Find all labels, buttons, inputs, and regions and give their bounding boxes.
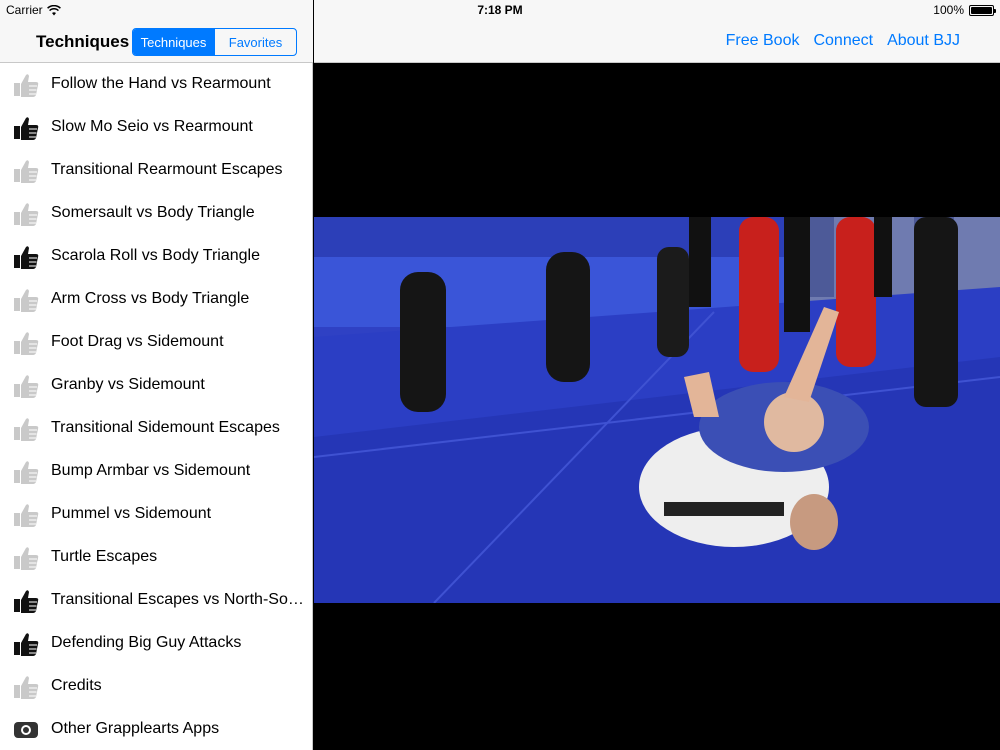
connect-link[interactable]: Connect: [813, 32, 873, 50]
list-item-label: Pummel vs Sidemount: [51, 505, 212, 522]
list-item[interactable]: Other Grapplearts Apps: [0, 708, 313, 750]
thumbs-up-icon[interactable]: [12, 157, 40, 185]
battery-icon: [969, 4, 996, 16]
about-bjj-link[interactable]: About BJJ: [887, 32, 960, 50]
segmented-control: Techniques Favorites: [132, 28, 297, 56]
list-item-label: Transitional Rearmount Escapes: [51, 161, 283, 178]
list-item-label: Foot Drag vs Sidemount: [51, 333, 224, 350]
status-time: 7:18 PM: [477, 3, 523, 17]
list-item-label: Scarola Roll vs Body Triangle: [51, 247, 260, 264]
detail-nav-links: Free Book Connect About BJJ: [726, 32, 960, 50]
detail-pane: Free Book Connect About BJJ: [314, 0, 1000, 750]
free-book-link[interactable]: Free Book: [726, 32, 800, 50]
list-item[interactable]: Slow Mo Seio vs Rearmount: [0, 106, 313, 149]
thumbs-up-icon[interactable]: [12, 114, 40, 142]
list-item-label: Follow the Hand vs Rearmount: [51, 75, 271, 92]
list-item-label: Bump Armbar vs Sidemount: [51, 462, 251, 479]
thumbs-up-icon[interactable]: [12, 243, 40, 271]
list-item[interactable]: Defending Big Guy Attacks: [0, 622, 313, 665]
list-item-label: Other Grapplearts Apps: [51, 720, 220, 737]
list-item-label: Defending Big Guy Attacks: [51, 634, 242, 651]
list-item[interactable]: Foot Drag vs Sidemount: [0, 321, 313, 364]
thumbs-up-icon[interactable]: [12, 458, 40, 486]
thumbs-up-icon[interactable]: [12, 372, 40, 400]
list-item[interactable]: Somersault vs Body Triangle: [0, 192, 313, 235]
thumbs-up-icon[interactable]: [12, 71, 40, 99]
sidebar-title: Techniques: [36, 32, 130, 51]
thumbs-up-icon[interactable]: [12, 501, 40, 529]
list-item[interactable]: Granby vs Sidemount: [0, 364, 313, 407]
thumbs-up-icon[interactable]: [12, 329, 40, 357]
list-item-label: Somersault vs Body Triangle: [51, 204, 255, 221]
segment-techniques[interactable]: Techniques: [133, 29, 214, 55]
camera-icon[interactable]: [12, 716, 40, 744]
list-item[interactable]: Transitional Sidemount Escapes: [0, 407, 313, 450]
list-item-label: Slow Mo Seio vs Rearmount: [51, 118, 253, 135]
list-item-label: Transitional Sidemount Escapes: [51, 419, 280, 436]
list-item[interactable]: Follow the Hand vs Rearmount: [0, 63, 313, 106]
list-item-label: Arm Cross vs Body Triangle: [51, 290, 250, 307]
thumbs-up-icon[interactable]: [12, 630, 40, 658]
thumbs-up-icon[interactable]: [12, 200, 40, 228]
list-item-label: Credits: [51, 677, 102, 694]
technique-list: Follow the Hand vs Rearmount Slow Mo Seio…: [0, 63, 313, 750]
battery-percent: 100%: [933, 3, 964, 17]
list-item[interactable]: Arm Cross vs Body Triangle: [0, 278, 313, 321]
list-item-label: Granby vs Sidemount: [51, 376, 205, 393]
thumbs-up-icon[interactable]: [12, 286, 40, 314]
list-item[interactable]: Pummel vs Sidemount: [0, 493, 313, 536]
list-item[interactable]: Scarola Roll vs Body Triangle: [0, 235, 313, 278]
list-item[interactable]: Transitional Rearmount Escapes: [0, 149, 313, 192]
video-player[interactable]: [314, 217, 1000, 603]
segment-favorites[interactable]: Favorites: [214, 29, 296, 55]
list-item-label: Transitional Escapes vs North-South: [51, 591, 306, 608]
status-bar: Carrier 7:18 PM 100%: [0, 0, 1000, 20]
status-right: 100%: [933, 3, 996, 17]
list-item[interactable]: Turtle Escapes: [0, 536, 313, 579]
thumbs-up-icon[interactable]: [12, 673, 40, 701]
thumbs-up-icon[interactable]: [12, 587, 40, 615]
list-item[interactable]: Bump Armbar vs Sidemount: [0, 450, 313, 493]
sidebar: Techniques Techniques Favorites Follow t…: [0, 0, 313, 750]
list-item[interactable]: Transitional Escapes vs North-South: [0, 579, 313, 622]
video-frame-image: [314, 217, 1000, 603]
thumbs-up-icon[interactable]: [12, 544, 40, 572]
list-item-label: Turtle Escapes: [51, 548, 158, 565]
thumbs-up-icon[interactable]: [12, 415, 40, 443]
list-item[interactable]: Credits: [0, 665, 313, 708]
